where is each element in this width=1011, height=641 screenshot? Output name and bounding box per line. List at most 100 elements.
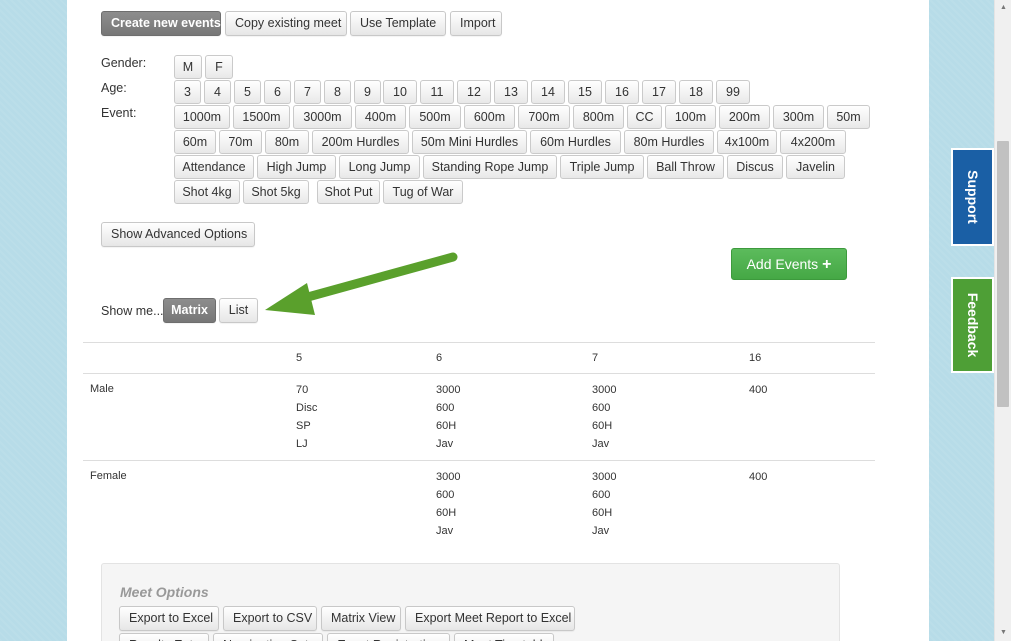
add-events-label: Add Events [746, 256, 819, 272]
add-events-button[interactable]: Add Events + [731, 248, 847, 280]
event-code: LJ [296, 438, 308, 450]
event-chip[interactable]: Ball Throw [647, 155, 724, 179]
gender-chip[interactable]: M [174, 55, 202, 79]
scroll-up-icon[interactable]: ▲ [995, 0, 1011, 16]
event-code: 400 [749, 384, 768, 396]
age-chip[interactable]: 17 [642, 80, 676, 104]
age-chip[interactable]: 9 [354, 80, 381, 104]
matrix-cell: 3000 600 60H Jav [436, 381, 460, 453]
event-chip[interactable]: 400m [355, 105, 406, 129]
event-chip[interactable]: Tug of War [383, 180, 463, 204]
event-chip[interactable]: 60m [174, 130, 216, 154]
age-chip[interactable]: 7 [294, 80, 321, 104]
column-header: 6 [436, 352, 443, 364]
age-label: Age: [101, 81, 127, 95]
event-chip[interactable]: Triple Jump [560, 155, 644, 179]
results-entry-button[interactable]: Results Entry [119, 633, 209, 641]
event-chip[interactable]: 4x200m [780, 130, 846, 154]
age-chip[interactable]: 12 [457, 80, 491, 104]
event-label: Event: [101, 106, 137, 120]
event-code: Jav [436, 438, 454, 450]
import-button[interactable]: Import [450, 11, 502, 36]
support-tab[interactable]: Support [951, 148, 994, 246]
event-code: 70 [296, 384, 309, 396]
export-meet-report-button[interactable]: Export Meet Report to Excel [405, 606, 575, 631]
export-to-excel-button[interactable]: Export to Excel [119, 606, 219, 631]
event-code: Jav [436, 525, 454, 537]
copy-existing-meet-button[interactable]: Copy existing meet [225, 11, 347, 36]
support-tab-label: Support [964, 170, 981, 224]
event-chip[interactable]: 700m [518, 105, 570, 129]
matrix-view-report-button[interactable]: Matrix View [321, 606, 401, 631]
vertical-scrollbar[interactable]: ▲ ▼ [994, 0, 1011, 641]
age-chip[interactable]: 10 [383, 80, 417, 104]
event-chip[interactable]: 80m Hurdles [624, 130, 714, 154]
column-header: 5 [296, 352, 303, 364]
event-chip[interactable]: High Jump [257, 155, 336, 179]
event-chip[interactable]: 60m Hurdles [530, 130, 621, 154]
event-code: SP [296, 420, 311, 432]
feedback-tab[interactable]: Feedback [951, 277, 994, 373]
event-chip[interactable]: 70m [219, 130, 262, 154]
age-chip[interactable]: 8 [324, 80, 351, 104]
event-chip[interactable]: Long Jump [339, 155, 420, 179]
row-label-female: Female [90, 470, 127, 482]
event-chip[interactable]: 200m Hurdles [312, 130, 409, 154]
event-registration-button[interactable]: Event Registration [327, 633, 450, 641]
event-chip[interactable]: 4x100m [717, 130, 777, 154]
age-chip[interactable]: 15 [568, 80, 602, 104]
show-advanced-options-button[interactable]: Show Advanced Options [101, 222, 255, 247]
event-chip[interactable]: 800m [573, 105, 624, 129]
event-chip[interactable]: 500m [409, 105, 461, 129]
list-view-button[interactable]: List [219, 298, 258, 323]
matrix-cell: 400 [749, 468, 767, 486]
event-chip[interactable]: 200m [719, 105, 770, 129]
event-chip[interactable]: Shot Put [317, 180, 380, 204]
age-chip[interactable]: 13 [494, 80, 528, 104]
event-code: 3000 [592, 471, 617, 483]
age-chip[interactable]: 18 [679, 80, 713, 104]
export-to-csv-button[interactable]: Export to CSV [223, 606, 317, 631]
scroll-thumb[interactable] [997, 141, 1009, 407]
age-chip[interactable]: 16 [605, 80, 639, 104]
matrix-cell: 70 Disc SP LJ [296, 381, 317, 453]
nomination-setup-button[interactable]: Nomination Setup [213, 633, 323, 641]
create-new-events-button[interactable]: Create new events [101, 11, 221, 36]
age-chip[interactable]: 14 [531, 80, 565, 104]
age-chip[interactable]: 5 [234, 80, 261, 104]
event-chip[interactable]: 600m [464, 105, 515, 129]
event-code: Disc [296, 402, 318, 414]
event-chip[interactable]: 50m [827, 105, 870, 129]
event-chip[interactable]: CC [627, 105, 662, 129]
event-code: Jav [592, 438, 610, 450]
age-chip[interactable]: 4 [204, 80, 231, 104]
event-chip[interactable]: Standing Rope Jump [423, 155, 557, 179]
event-chip[interactable]: 50m Mini Hurdles [412, 130, 527, 154]
matrix-view-button[interactable]: Matrix [163, 298, 216, 323]
meet-timetable-button[interactable]: Meet Timetable [454, 633, 554, 641]
event-chip[interactable]: Attendance [174, 155, 254, 179]
event-code: 60H [436, 507, 457, 519]
age-chip[interactable]: 6 [264, 80, 291, 104]
event-code: Jav [592, 525, 610, 537]
event-code: 60H [592, 420, 613, 432]
age-chip[interactable]: 3 [174, 80, 201, 104]
gender-chip[interactable]: F [205, 55, 233, 79]
event-chip[interactable]: 300m [773, 105, 824, 129]
annotation-arrow-icon [265, 252, 458, 315]
event-chip[interactable]: 1000m [174, 105, 230, 129]
age-chip[interactable]: 11 [420, 80, 454, 104]
event-chip[interactable]: Discus [727, 155, 783, 179]
event-chip[interactable]: Shot 4kg [174, 180, 240, 204]
event-chip[interactable]: 1500m [233, 105, 290, 129]
event-chip[interactable]: Shot 5kg [243, 180, 309, 204]
scroll-down-icon[interactable]: ▼ [995, 625, 1011, 641]
age-chip[interactable]: 99 [716, 80, 750, 104]
use-template-button[interactable]: Use Template [350, 11, 446, 36]
event-chip[interactable]: Javelin [786, 155, 845, 179]
plus-icon: + [822, 256, 832, 273]
event-chip[interactable]: 100m [665, 105, 716, 129]
feedback-tab-label: Feedback [964, 292, 981, 358]
event-chip[interactable]: 80m [265, 130, 309, 154]
event-chip[interactable]: 3000m [293, 105, 352, 129]
